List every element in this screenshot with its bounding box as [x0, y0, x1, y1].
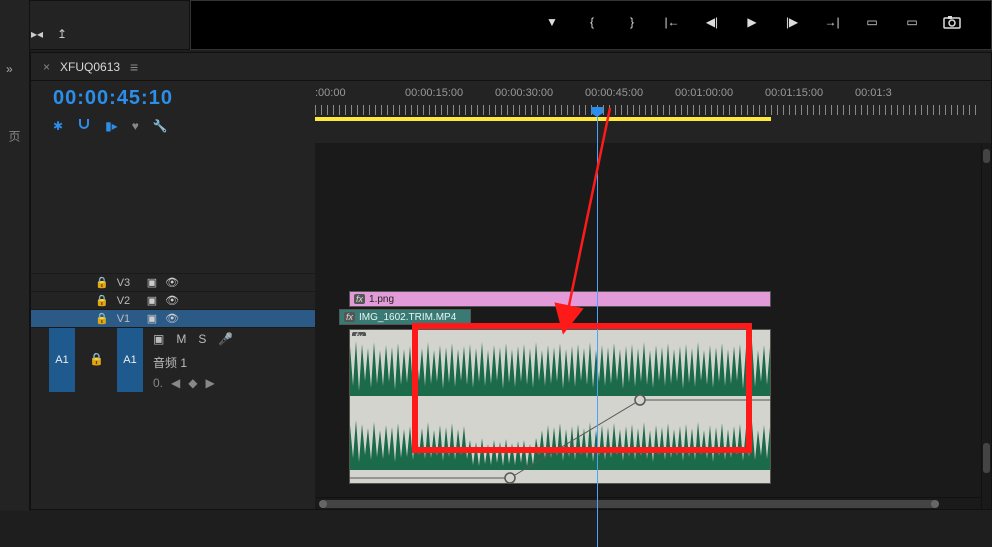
step-forward-icon[interactable]: |▶ [783, 13, 801, 31]
h-scroll-thumb[interactable] [319, 500, 939, 508]
go-to-out-icon[interactable]: →| [823, 13, 841, 31]
toggle-output-icon[interactable]: ▣ [147, 294, 157, 307]
export-frame-icon[interactable]: ↥ [57, 27, 67, 41]
mark-in-icon[interactable]: ▼ [543, 13, 561, 31]
play-icon[interactable]: ▶ [743, 13, 761, 31]
magnet-icon[interactable] [77, 117, 91, 134]
expand-icon[interactable]: » [6, 62, 13, 76]
timeline-tabbar: × XFUQ0613 ≡ [31, 53, 991, 81]
toggle-output-icon[interactable]: ▣ [147, 276, 157, 289]
mark-out-brace-icon[interactable]: } [623, 13, 641, 31]
fx-badge: fx [344, 312, 355, 322]
source-patch-a1[interactable]: A1 [49, 328, 75, 392]
solo-toggle[interactable]: S [198, 332, 206, 346]
track-headers: 🔒 V3 ▣ 👁 🔒 V2 ▣ 👁 🔒 V1 ▣ 👁 A1 🔒 A1 [31, 143, 315, 509]
playhead[interactable] [597, 113, 598, 547]
lock-icon[interactable]: 🔒 [89, 352, 104, 366]
step-back-icon[interactable]: ◀| [703, 13, 721, 31]
ruler-tick: 00:01:00:00 [675, 87, 733, 99]
panel-menu-icon[interactable]: ≡ [130, 59, 138, 75]
lock-icon[interactable]: 🔒 [95, 294, 109, 307]
toggle-output-icon[interactable]: ▣ [153, 332, 164, 346]
linked-selection-icon[interactable]: ▮▸ [105, 119, 118, 133]
waveform-left [350, 336, 770, 396]
clip-name: IMG_1602.TRIM.MP4 [359, 312, 456, 323]
keyframe-value[interactable]: 0. [153, 376, 163, 390]
snap-icon[interactable]: ✱ [53, 119, 63, 133]
panel-group-sidebar: » 页 [0, 0, 30, 511]
time-ruler[interactable]: :00:00 00:00:15:00 00:00:30:00 00:00:45:… [315, 87, 981, 127]
audio-track-label: 音频 1 [153, 354, 187, 371]
vertical-scrollbar[interactable] [981, 143, 991, 509]
v-scroll-thumb[interactable] [983, 149, 990, 163]
track-content[interactable]: fx 1.png fx IMG_1602.TRIM.MP4 fx [315, 143, 981, 509]
insert-icon[interactable]: ▸◂ [31, 27, 43, 41]
track-name: V2 [117, 295, 139, 307]
camera-icon[interactable] [943, 13, 961, 31]
prev-keyframe-icon[interactable]: ◀ [171, 376, 180, 390]
go-to-in-icon[interactable]: |← [663, 13, 681, 31]
side-panel-label[interactable]: 页 [6, 130, 23, 142]
video-clip-v1[interactable]: fx IMG_1602.TRIM.MP4 [339, 309, 471, 325]
marker-icon[interactable]: ♥ [132, 119, 139, 133]
ruler-tick: 00:00:45:00 [585, 87, 643, 99]
ruler-tick: 00:00:15:00 [405, 87, 463, 99]
timeline-header: 00:00:45:10 ✱ ▮▸ ♥ 🔧 :00:00 00:00:15:00 … [31, 81, 991, 143]
track-target-a1[interactable]: A1 [117, 328, 143, 392]
video-track-header-v3[interactable]: 🔒 V3 ▣ 👁 [31, 273, 315, 291]
mark-in-brace-icon[interactable]: { [583, 13, 601, 31]
fx-badge: fx [354, 294, 365, 304]
mute-toggle[interactable]: M [176, 332, 186, 346]
track-name: V1 [117, 313, 139, 325]
add-keyframe-icon[interactable]: ◆ [188, 376, 197, 390]
close-tab-icon[interactable]: × [43, 60, 50, 74]
voice-over-icon[interactable]: 🎤 [218, 332, 233, 346]
lock-icon[interactable]: 🔒 [95, 276, 109, 289]
audio-clip-a1[interactable]: fx [349, 329, 771, 484]
timeline-panel: × XFUQ0613 ≡ 00:00:45:10 ✱ ▮▸ ♥ 🔧 :00:00… [30, 52, 992, 510]
video-clip-v2[interactable]: fx 1.png [349, 291, 771, 307]
ruler-tick: 00:01:3 [855, 87, 892, 99]
work-area-bar[interactable] [315, 117, 771, 121]
transport-controls: ▼ { } |← ◀| ▶ |▶ →| ▭ ▭ [543, 13, 961, 31]
track-name: V3 [117, 277, 139, 289]
eye-icon[interactable]: 👁 [165, 312, 179, 325]
eye-icon[interactable]: 👁 [165, 294, 179, 307]
timeline-tool-row: ✱ ▮▸ ♥ 🔧 [53, 117, 168, 134]
next-keyframe-icon[interactable]: ▶ [205, 376, 214, 390]
wrench-icon[interactable]: 🔧 [153, 119, 168, 133]
track-area: 🔒 V3 ▣ 👁 🔒 V2 ▣ 👁 🔒 V1 ▣ 👁 A1 🔒 A1 [31, 143, 991, 509]
lift-icon[interactable]: ▭ [863, 13, 881, 31]
program-monitor-bar: ▼ { } |← ◀| ▶ |▶ →| ▭ ▭ [190, 0, 992, 50]
toggle-output-icon[interactable]: ▣ [147, 312, 157, 325]
sequence-tab[interactable]: XFUQ0613 [60, 60, 120, 74]
playhead-timecode[interactable]: 00:00:45:10 [53, 87, 173, 110]
audio-track-header-a1[interactable]: A1 🔒 A1 ▣ M S 🎤 音频 1 0. ◀ ◆ ▶ [31, 327, 315, 407]
extract-icon[interactable]: ▭ [903, 13, 921, 31]
lock-icon[interactable]: 🔒 [95, 312, 109, 325]
ruler-tickmarks [315, 105, 981, 115]
video-track-header-v1[interactable]: 🔒 V1 ▣ 👁 [31, 309, 315, 327]
v-scroll-thumb[interactable] [983, 443, 990, 473]
ruler-tick: :00:00 [315, 87, 346, 99]
eye-icon[interactable]: 👁 [165, 276, 179, 289]
ruler-tick: 00:01:15:00 [765, 87, 823, 99]
clip-name: 1.png [369, 294, 394, 305]
waveform-right [350, 410, 770, 470]
video-track-header-v2[interactable]: 🔒 V2 ▣ 👁 [31, 291, 315, 309]
horizontal-scrollbar[interactable] [315, 497, 981, 509]
ruler-tick: 00:00:30:00 [495, 87, 553, 99]
